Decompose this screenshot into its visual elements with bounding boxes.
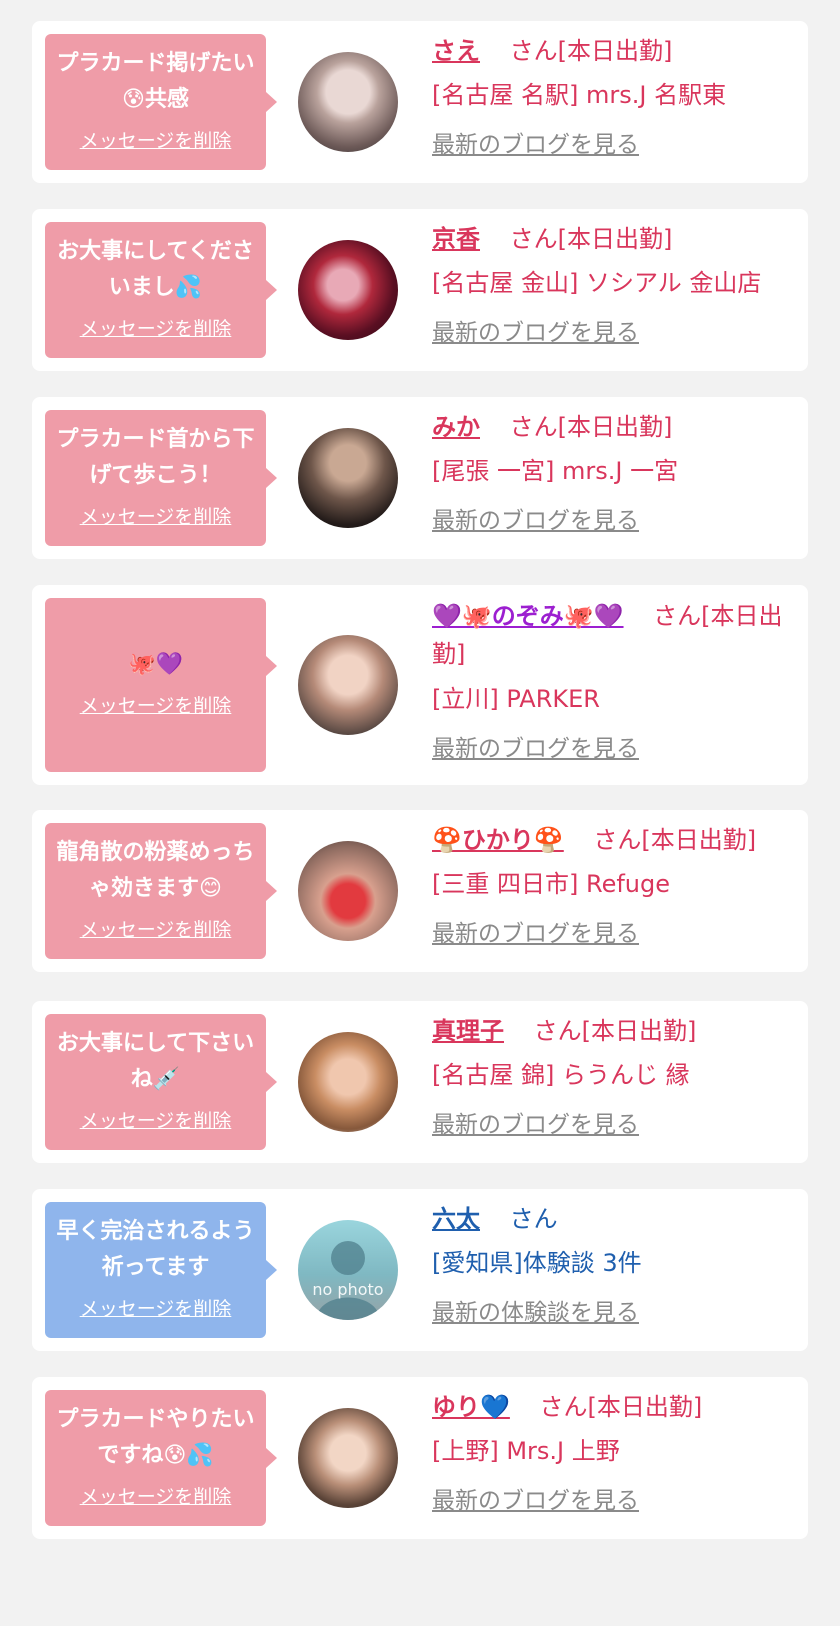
delete-message-link[interactable]: メッセージを削除 <box>80 126 232 153</box>
girl-name-link[interactable]: 京香 <box>432 225 480 253</box>
no-photo-label: no photo <box>312 1280 384 1299</box>
latest-blog-link[interactable]: 最新のブログを見る <box>432 1105 639 1139</box>
shop-text: [名古屋 名駅] mrs.J 名駅東 <box>432 81 727 109</box>
avatar[interactable] <box>298 52 398 152</box>
message-bubble: お大事にして下さいね💉 メッセージを削除 <box>45 1014 277 1150</box>
message-bubble: プラカード首から下げて歩こう！ メッセージを削除 <box>45 410 277 546</box>
avatar[interactable] <box>298 240 398 340</box>
girl-name-link[interactable]: 真理子 <box>432 1017 504 1045</box>
person-silhouette-icon <box>316 1241 380 1320</box>
message-card: お大事にしてくださいまし💦 メッセージを削除 京香 さん[本日出勤] [名古屋 … <box>32 209 808 371</box>
message-text: 早く完治されるよう祈ってます <box>56 1218 255 1280</box>
latest-review-link[interactable]: 最新の体験談を見る <box>432 1293 639 1327</box>
message-text: お大事にして下さいね💉 <box>56 1030 255 1092</box>
message-card: プラカード首から下げて歩こう！ メッセージを削除 みか さん[本日出勤] [尾張… <box>32 397 808 559</box>
delete-message-link[interactable]: メッセージを削除 <box>80 1294 232 1321</box>
latest-blog-link[interactable]: 最新のブログを見る <box>432 313 639 347</box>
message-bubble: 🐙💜 メッセージを削除 <box>45 598 277 772</box>
shop-text: [名古屋 金山] ソシアル 金山店 <box>432 269 762 297</box>
latest-blog-link[interactable]: 最新のブログを見る <box>432 125 639 159</box>
girl-name-link[interactable]: みか <box>432 413 480 441</box>
shop-text: [尾張 一宮] mrs.J 一宮 <box>432 457 679 485</box>
message-text: お大事にしてくださいまし💦 <box>57 238 254 300</box>
message-bubble: プラカードやりたいですね😰💦 メッセージを削除 <box>45 1390 277 1526</box>
user-name-link[interactable]: 六太 <box>432 1205 480 1233</box>
status-text: さん[本日出勤] <box>509 37 673 65</box>
shop-text: [立川] PARKER <box>432 685 600 713</box>
message-text: 🐙💜 <box>128 651 183 677</box>
avatar[interactable] <box>298 1408 398 1508</box>
avatar[interactable] <box>298 635 398 735</box>
message-bubble: お大事にしてくださいまし💦 メッセージを削除 <box>45 222 277 358</box>
avatar[interactable] <box>298 1032 398 1132</box>
latest-blog-link[interactable]: 最新のブログを見る <box>432 914 639 948</box>
shop-text: [三重 四日市] Refuge <box>432 870 671 898</box>
avatar[interactable] <box>298 428 398 528</box>
message-text: プラカード掲げたい😰共感 <box>56 50 255 112</box>
avatar[interactable]: no photo <box>298 1220 398 1320</box>
status-text: さん[本日出勤] <box>539 1393 703 1421</box>
shop-text: [名古屋 錦] らうんじ 縁 <box>432 1061 690 1089</box>
status-text: さん[本日出勤] <box>509 413 673 441</box>
message-card: プラカードやりたいですね😰💦 メッセージを削除 ゆり💙 さん[本日出勤] [上野… <box>32 1377 808 1539</box>
latest-blog-link[interactable]: 最新のブログを見る <box>432 1481 639 1515</box>
shop-text: [上野] Mrs.J 上野 <box>432 1437 620 1465</box>
message-card: 早く完治されるよう祈ってます メッセージを削除 no photo 六太 さん [… <box>32 1189 808 1351</box>
girl-name-link[interactable]: さえ <box>432 37 480 65</box>
message-text: 龍角散の粉薬めっちゃ効きます😊 <box>56 839 255 901</box>
delete-message-link[interactable]: メッセージを削除 <box>80 691 232 718</box>
delete-message-link[interactable]: メッセージを削除 <box>80 915 232 942</box>
latest-blog-link[interactable]: 最新のブログを見る <box>432 729 639 763</box>
girl-name-link[interactable]: ゆり💙 <box>432 1393 510 1421</box>
delete-message-link[interactable]: メッセージを削除 <box>80 314 232 341</box>
status-text: さん[本日出勤] <box>533 1017 697 1045</box>
review-count-text: [愛知県]体験談 3件 <box>432 1249 642 1277</box>
message-text: プラカードやりたいですね😰💦 <box>56 1406 255 1468</box>
latest-blog-link[interactable]: 最新のブログを見る <box>432 501 639 535</box>
message-card: 🐙💜 メッセージを削除 💜🐙のぞみ🐙💜 さん[本日出勤] [立川] PARKER… <box>32 585 808 785</box>
girl-name-link[interactable]: 💜🐙のぞみ🐙💜 <box>432 602 624 630</box>
status-text: さん[本日出勤] <box>509 225 673 253</box>
avatar[interactable] <box>298 841 398 941</box>
delete-message-link[interactable]: メッセージを削除 <box>80 502 232 529</box>
message-card: 龍角散の粉薬めっちゃ効きます😊 メッセージを削除 🍄ひかり🍄 さん[本日出勤] … <box>32 810 808 972</box>
status-text: さん[本日出勤] <box>593 826 757 854</box>
girl-name-link[interactable]: 🍄ひかり🍄 <box>432 826 564 854</box>
message-text: プラカード首から下げて歩こう！ <box>56 426 255 488</box>
message-bubble: プラカード掲げたい😰共感 メッセージを削除 <box>45 34 277 170</box>
message-card: プラカード掲げたい😰共感 メッセージを削除 さえ さん[本日出勤] [名古屋 名… <box>32 21 808 183</box>
status-text: さん <box>509 1205 558 1233</box>
message-bubble: 龍角散の粉薬めっちゃ効きます😊 メッセージを削除 <box>45 823 277 959</box>
delete-message-link[interactable]: メッセージを削除 <box>80 1482 232 1509</box>
message-card: お大事にして下さいね💉 メッセージを削除 真理子 さん[本日出勤] [名古屋 錦… <box>32 1001 808 1163</box>
delete-message-link[interactable]: メッセージを削除 <box>80 1106 232 1133</box>
message-bubble: 早く完治されるよう祈ってます メッセージを削除 <box>45 1202 277 1338</box>
